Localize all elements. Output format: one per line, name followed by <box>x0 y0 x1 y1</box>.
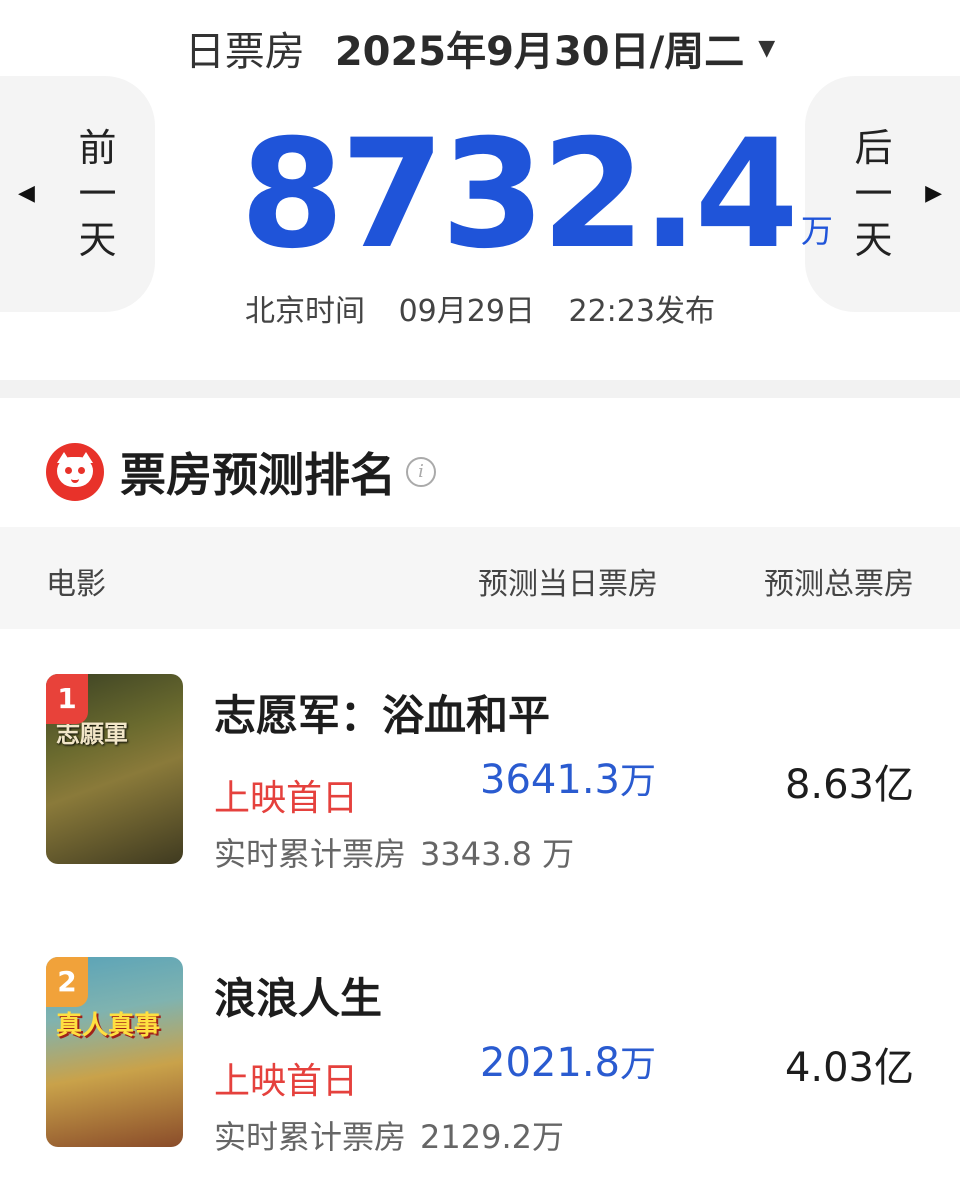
total-forecast: 4.03亿 <box>785 1035 914 1093</box>
publish-tz: 北京时间 <box>245 294 366 329</box>
total-forecast-value: 4.03 <box>784 1045 874 1091</box>
movie-row[interactable]: 志願軍 1 志愿军：浴血和平 上映首日 实时累计票房 3343.8 万 3641.… <box>0 674 960 874</box>
movie-title: 志愿军：浴血和平 <box>214 691 551 740</box>
date-selector[interactable]: 日票房 2025年9月30日/周二 ▼ <box>0 18 960 78</box>
total-forecast-unit: 亿 <box>874 762 914 808</box>
rank-badge: 1 <box>46 674 88 724</box>
cum-label: 实时累计票房 <box>214 1118 407 1156</box>
release-status: 上映首日 <box>214 778 359 819</box>
col-day-forecast: 预测当日票房 <box>478 567 658 602</box>
caret-down-icon: ▼ <box>758 35 776 61</box>
total-value: 8732.4 <box>240 108 799 282</box>
day-unit: 万 <box>619 761 656 802</box>
ranking-table-header: 电影 预测当日票房 预测总票房 <box>0 527 960 629</box>
release-status: 上映首日 <box>214 1061 359 1102</box>
next-day-label-3: 天 <box>854 218 893 262</box>
total-unit: 万 <box>800 212 833 250</box>
chevron-right-icon: ▶ <box>925 181 942 206</box>
next-day-label-1: 后 <box>854 126 893 170</box>
ranking-title: 票房预测排名 <box>120 448 396 502</box>
info-icon[interactable]: i <box>406 457 436 487</box>
prev-day-label-2: 一 <box>78 172 117 216</box>
maoyan-cat-logo-icon <box>46 443 104 501</box>
prev-day-button[interactable]: ◀ 前 一 天 <box>0 76 155 312</box>
next-day-label-2: 一 <box>854 172 893 216</box>
total-box-office: 8732.4 万 <box>240 115 833 270</box>
poster-title: 真人真事 <box>56 1011 161 1041</box>
cumulative-box-office: 实时累计票房 3343.8 万 <box>214 829 574 875</box>
total-forecast: 8.63亿 <box>785 752 914 810</box>
selected-date: 2025年9月30日/周二 <box>334 29 745 75</box>
section-divider <box>0 380 960 398</box>
total-forecast-value: 8.63 <box>784 762 874 808</box>
publish-time: 北京时间 09月29日 22:23发布 <box>0 286 960 330</box>
cum-value: 2129.2万 <box>420 1118 564 1156</box>
publish-date: 09月29日 <box>398 294 535 329</box>
page-title: 日票房 <box>184 29 305 75</box>
movie-row[interactable]: 真人真事 2 浪浪人生 上映首日 实时累计票房 2129.2万 2021.8万 4… <box>0 957 960 1157</box>
col-movie: 电影 <box>46 567 106 602</box>
col-total-forecast: 预测总票房 <box>764 567 914 602</box>
cum-value: 3343.8 万 <box>420 835 575 873</box>
ranking-header: 票房预测排名 i <box>46 440 436 504</box>
publish-time-text: 22:23发布 <box>568 294 715 329</box>
next-day-button[interactable]: ▶ 后 一 天 <box>805 76 960 312</box>
movie-title: 浪浪人生 <box>214 974 383 1023</box>
total-forecast-unit: 亿 <box>874 1045 914 1091</box>
prev-day-label-1: 前 <box>78 126 117 170</box>
rank-badge: 2 <box>46 957 88 1007</box>
day-value: 2021.8 <box>480 1040 620 1086</box>
day-value: 3641.3 <box>480 757 620 803</box>
chevron-left-icon: ◀ <box>18 181 35 206</box>
prev-day-label-3: 天 <box>78 218 117 262</box>
day-forecast: 3641.3万 <box>480 752 656 804</box>
cumulative-box-office: 实时累计票房 2129.2万 <box>214 1112 564 1158</box>
day-unit: 万 <box>619 1044 656 1085</box>
day-forecast: 2021.8万 <box>480 1035 656 1087</box>
cum-label: 实时累计票房 <box>214 835 407 873</box>
